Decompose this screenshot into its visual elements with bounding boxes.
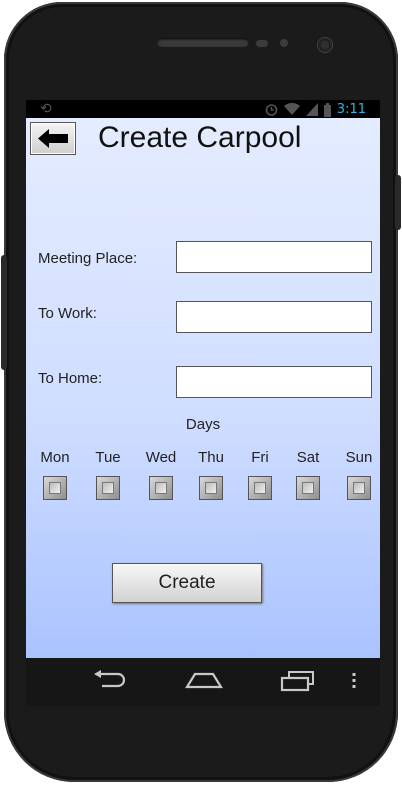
- day-label: Fri: [251, 449, 269, 466]
- volume-button: [1, 255, 7, 370]
- day-label: Thu: [198, 449, 224, 466]
- day-sun-checkbox[interactable]: [347, 476, 371, 500]
- day-mon-checkbox[interactable]: [43, 476, 67, 500]
- day-label: Tue: [95, 449, 121, 466]
- alarm-icon: [265, 104, 278, 116]
- day-sat: Sat: [288, 449, 328, 500]
- day-sat-checkbox[interactable]: [296, 476, 320, 500]
- back-arrow-icon: [38, 129, 68, 148]
- day-thu: Thu: [191, 449, 231, 500]
- day-mon: Mon: [35, 449, 75, 500]
- to-home-label: To Home:: [38, 370, 103, 387]
- day-tue: Tue: [88, 449, 128, 500]
- nav-menu-icon[interactable]: [351, 670, 357, 690]
- notification-icon: ⟲: [40, 100, 52, 116]
- wifi-icon: [283, 103, 300, 115]
- day-fri-checkbox[interactable]: [248, 476, 272, 500]
- day-wed: Wed: [141, 449, 181, 500]
- power-button: [395, 175, 401, 230]
- to-work-input[interactable]: [176, 301, 372, 333]
- day-label: Mon: [40, 449, 70, 466]
- create-button[interactable]: Create: [112, 563, 262, 603]
- light-sensor: [280, 39, 288, 47]
- meeting-place-label: Meeting Place:: [38, 250, 138, 267]
- nav-back-icon[interactable]: [92, 670, 126, 690]
- status-bar: ⟲ 3:11: [26, 100, 380, 120]
- day-label: Sat: [296, 449, 320, 466]
- to-home-input[interactable]: [176, 366, 372, 398]
- day-sun: Sun: [339, 449, 379, 500]
- navigation-bar: [26, 658, 380, 706]
- signal-icon: [305, 103, 318, 116]
- battery-icon: [323, 102, 331, 117]
- nav-recents-icon[interactable]: [280, 670, 316, 692]
- page-title: Create Carpool: [98, 121, 302, 154]
- nav-home-icon[interactable]: [185, 670, 223, 690]
- day-wed-checkbox[interactable]: [149, 476, 173, 500]
- meeting-place-input[interactable]: [176, 241, 372, 273]
- to-work-label: To Work:: [38, 305, 97, 322]
- day-label: Wed: [145, 449, 177, 466]
- days-title: Days: [185, 416, 221, 433]
- day-tue-checkbox[interactable]: [96, 476, 120, 500]
- front-camera: [318, 38, 332, 52]
- back-button[interactable]: [30, 122, 76, 155]
- day-label: Sun: [345, 449, 373, 466]
- day-thu-checkbox[interactable]: [199, 476, 223, 500]
- earpiece-speaker: [157, 38, 249, 47]
- proximity-sensor: [256, 40, 268, 47]
- day-fri: Fri: [240, 449, 280, 500]
- app-screen: Create Carpool Meeting Place: To Work: T…: [26, 118, 380, 658]
- status-time: 3:11: [336, 102, 366, 117]
